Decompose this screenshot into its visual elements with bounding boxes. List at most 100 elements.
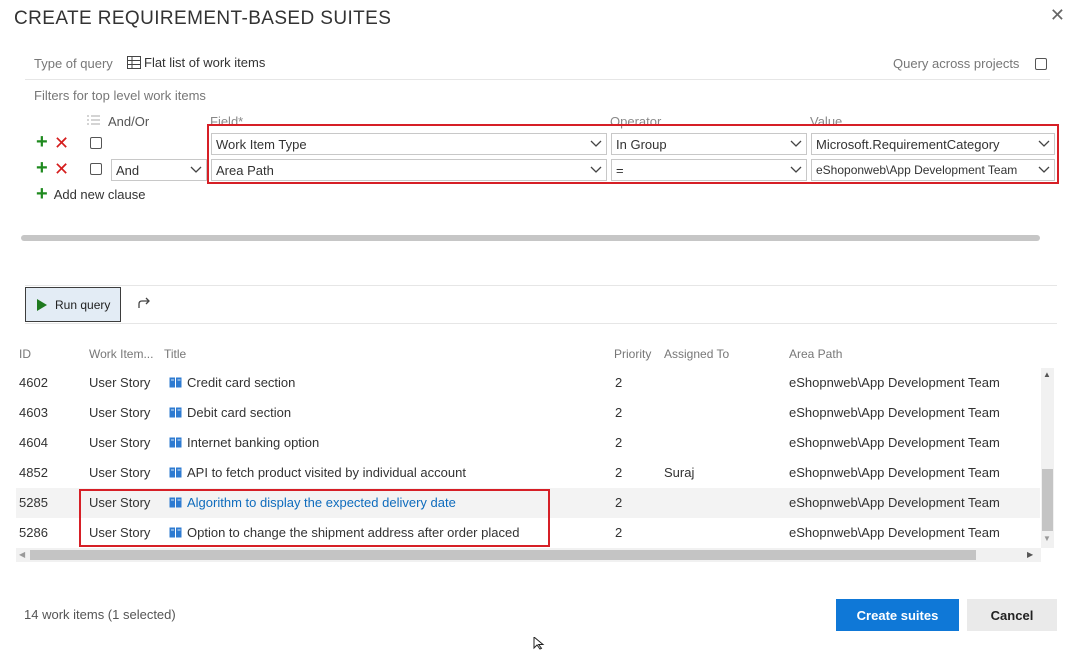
title-text: Debit card section <box>187 405 292 420</box>
redo-icon[interactable] <box>136 296 152 311</box>
cell-area-path: eShopnweb\App Development Team <box>789 495 1000 510</box>
book-icon <box>169 497 182 508</box>
clause-checkbox[interactable] <box>90 137 102 149</box>
cell-area-path: eShopnweb\App Development Team <box>789 465 1000 480</box>
add-new-clause-link[interactable]: + Add new clause <box>36 183 146 205</box>
scroll-left-icon[interactable]: ◀ <box>19 550 25 559</box>
column-header-work-item-type[interactable]: Work Item... <box>89 347 153 361</box>
chevron-down-icon <box>590 140 602 147</box>
column-header-priority[interactable]: Priority <box>614 347 651 361</box>
scroll-down-icon[interactable]: ▼ <box>1043 534 1051 543</box>
cell-title[interactable]: Debit card section <box>169 398 291 428</box>
title-text: Algorithm to display the expected delive… <box>187 495 456 510</box>
column-header-id[interactable]: ID <box>19 347 31 361</box>
group-clauses-icon[interactable] <box>87 114 100 126</box>
and-or-select[interactable]: And <box>111 159 207 181</box>
chevron-down-icon <box>1038 140 1050 147</box>
grid-horizontal-scroll-thumb[interactable] <box>30 550 976 560</box>
cell-title[interactable]: Internet banking option <box>169 428 319 458</box>
column-header-title[interactable]: Title <box>164 347 186 361</box>
table-row[interactable]: 4602 User Story Credit card section 2 eShopn… <box>16 368 1040 398</box>
query-across-projects-checkbox[interactable] <box>1035 58 1047 70</box>
query-type-selector[interactable]: Flat list of work items <box>127 55 265 70</box>
book-icon <box>169 527 182 538</box>
table-row[interactable]: 4604 User Story Internet banking option 2 eS… <box>16 428 1040 458</box>
cell-priority: 2 <box>615 435 623 450</box>
field-select[interactable]: Area Path <box>211 159 607 181</box>
cell-id: 4852 <box>19 465 48 480</box>
operator-select-value: = <box>616 163 624 178</box>
cancel-button[interactable]: Cancel <box>967 599 1057 631</box>
title-text: API to fetch product visited by individu… <box>187 465 466 480</box>
add-new-clause-label: Add new clause <box>53 186 146 202</box>
cell-area-path: eShopnweb\App Development Team <box>789 435 1000 450</box>
table-row[interactable]: 5286 User Story Option to change the shipm… <box>16 518 1040 548</box>
cell-priority: 2 <box>615 465 623 480</box>
add-clause-icon[interactable]: + <box>36 132 48 152</box>
clause-checkbox[interactable] <box>90 163 102 175</box>
chevron-down-icon <box>790 166 802 173</box>
play-icon <box>37 298 47 311</box>
value-select-value: Microsoft.RequirementCategory <box>816 137 1000 152</box>
close-icon[interactable]: ✕ <box>1050 6 1065 24</box>
cell-work-item-type: User Story <box>89 375 151 390</box>
run-query-label: Run query <box>55 297 111 312</box>
operator-select[interactable]: In Group <box>611 133 807 155</box>
query-across-projects-label: Query across projects <box>893 56 1020 71</box>
work-item-count: 14 work items (1 selected) <box>24 607 176 622</box>
field-select-value: Work Item Type <box>216 137 307 152</box>
cell-priority: 2 <box>615 405 623 420</box>
column-header-area-path[interactable]: Area Path <box>789 347 842 361</box>
plus-icon: + <box>36 183 48 205</box>
scroll-up-icon[interactable]: ▲ <box>1043 370 1051 379</box>
chevron-down-icon <box>1038 166 1050 173</box>
field-select-value: Area Path <box>216 163 274 178</box>
operator-header: Operator <box>610 114 662 129</box>
cell-title[interactable]: Credit card section <box>169 368 295 398</box>
chevron-down-icon <box>790 140 802 147</box>
scroll-right-icon[interactable]: ▶ <box>1027 550 1033 559</box>
title-text: Option to change the shipment address af… <box>187 525 520 540</box>
cell-title[interactable]: Algorithm to display the expected delive… <box>169 488 456 518</box>
table-row[interactable]: 5285 User Story Algorithm to display the e… <box>16 488 1040 518</box>
cell-title[interactable]: Option to change the shipment address af… <box>169 518 519 548</box>
cell-title[interactable]: API to fetch product visited by individu… <box>169 458 466 488</box>
dialog-title: CREATE REQUIREMENT-BASED SUITES <box>14 8 392 29</box>
title-text: Credit card section <box>187 375 296 390</box>
run-query-button[interactable]: Run query <box>25 287 121 322</box>
book-icon <box>169 437 182 448</box>
remove-clause-icon[interactable]: ✕ <box>54 160 69 178</box>
remove-clause-icon[interactable]: ✕ <box>54 134 69 152</box>
value-select[interactable]: eShoponweb\App Development Team <box>811 159 1055 181</box>
cell-id: 5285 <box>19 495 48 510</box>
column-header-assigned-to[interactable]: Assigned To <box>664 347 729 361</box>
cell-priority: 2 <box>615 375 623 390</box>
cell-id: 4603 <box>19 405 48 420</box>
and-or-header: And/Or <box>108 114 150 129</box>
query-type-label: Type of query <box>34 56 113 71</box>
cell-work-item-type: User Story <box>89 525 151 540</box>
filters-scrollbar[interactable] <box>21 235 1040 241</box>
mouse-cursor-icon <box>533 637 545 650</box>
cell-area-path: eShopnweb\App Development Team <box>789 405 1000 420</box>
filters-label: Filters for top level work items <box>34 88 206 103</box>
add-clause-icon[interactable]: + <box>36 158 48 178</box>
table-row[interactable]: 4603 User Story Debit card section 2 eShopnw… <box>16 398 1040 428</box>
field-header: Field* <box>210 114 244 129</box>
value-select[interactable]: Microsoft.RequirementCategory <box>811 133 1055 155</box>
table-row[interactable]: 4852 User Story API to fetch product visit… <box>16 458 1040 488</box>
create-suites-button[interactable]: Create suites <box>836 599 959 631</box>
cell-work-item-type: User Story <box>89 435 151 450</box>
grid-vertical-scroll-thumb[interactable] <box>1042 469 1053 531</box>
cell-id: 5286 <box>19 525 48 540</box>
operator-select[interactable]: = <box>611 159 807 181</box>
book-icon <box>169 467 182 478</box>
cell-priority: 2 <box>615 495 623 510</box>
chevron-down-icon <box>190 166 202 173</box>
divider <box>25 79 1050 80</box>
cell-area-path: eShopnweb\App Development Team <box>789 525 1000 540</box>
chevron-down-icon <box>590 166 602 173</box>
cell-work-item-type: User Story <box>89 465 151 480</box>
field-select[interactable]: Work Item Type <box>211 133 607 155</box>
cell-work-item-type: User Story <box>89 405 151 420</box>
